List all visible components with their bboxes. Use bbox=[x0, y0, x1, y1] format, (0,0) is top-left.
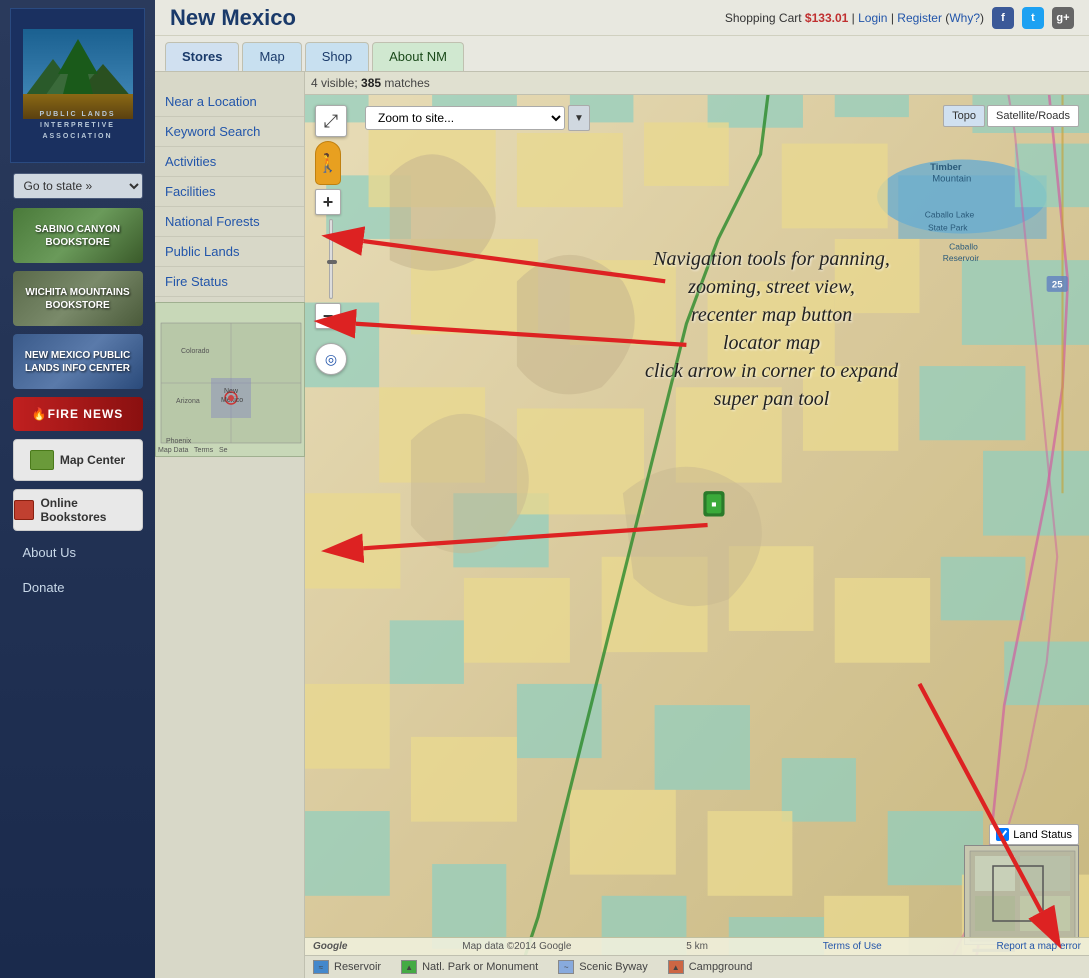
map-data-credit: Map data ©2014 Google bbox=[462, 941, 571, 952]
main-content: New Mexico Shopping Cart $133.01 | Login… bbox=[155, 0, 1089, 978]
topo-button[interactable]: Topo bbox=[943, 105, 985, 127]
googleplus-icon[interactable]: g+ bbox=[1052, 7, 1074, 29]
locator-map-svg bbox=[965, 846, 1079, 945]
why-link[interactable]: Why? bbox=[949, 11, 980, 25]
map-scale: 5 km bbox=[686, 941, 708, 952]
map-container: 4 visible; 385 matches bbox=[305, 72, 1089, 978]
state-select-wrapper[interactable]: Go to state » bbox=[13, 173, 143, 199]
content-area: Near a Location Keyword Search Activitie… bbox=[155, 72, 1089, 978]
facebook-icon[interactable]: f bbox=[992, 7, 1014, 29]
map-background-svg: 25 Timber Mountain Caballo Lake State Pa… bbox=[305, 95, 1089, 955]
svg-text:25: 25 bbox=[1052, 280, 1063, 291]
mini-map-attribution: Map Data Terms Se bbox=[158, 447, 228, 454]
fire-icon: 🔥 bbox=[32, 407, 48, 421]
locator-mini-map bbox=[964, 845, 1079, 945]
logo-text: PUBLIC LANDSINTERPRETIVEASSOCIATION bbox=[39, 109, 115, 143]
page-title: New Mexico bbox=[170, 5, 296, 31]
filter-near-location[interactable]: Near a Location bbox=[155, 87, 304, 117]
map-type-buttons: Topo Satellite/Roads bbox=[943, 105, 1079, 127]
report-error-link[interactable]: Report a map error bbox=[996, 941, 1080, 952]
svg-text:■: ■ bbox=[711, 499, 716, 509]
recenter-button[interactable]: ◎ bbox=[315, 343, 347, 375]
logo-area: PUBLIC LANDSINTERPRETIVEASSOCIATION bbox=[10, 8, 145, 163]
filter-keyword[interactable]: Keyword Search bbox=[155, 117, 304, 147]
sidebar-about-us[interactable]: About Us bbox=[13, 537, 143, 568]
svg-text:State Park: State Park bbox=[928, 222, 968, 232]
svg-text:Arizona: Arizona bbox=[176, 398, 200, 405]
online-bookstores-button[interactable]: Online Bookstores bbox=[13, 489, 143, 531]
tab-about[interactable]: About NM bbox=[372, 42, 464, 71]
map-footer: Google Map data ©2014 Google 5 km Terms … bbox=[305, 937, 1089, 955]
terms-of-use-link[interactable]: Terms of Use bbox=[823, 941, 882, 952]
filter-header bbox=[155, 77, 304, 87]
park-icon: ▲ bbox=[401, 960, 417, 974]
zoom-slider[interactable] bbox=[329, 219, 333, 299]
zoom-in-button[interactable]: + bbox=[315, 189, 341, 215]
land-status-checkbox-area[interactable]: Land Status bbox=[989, 824, 1079, 845]
mini-map-svg: Colorado Arizona New Mexico Phoenix bbox=[156, 303, 305, 457]
legend-byway: ~ Scenic Byway bbox=[558, 960, 647, 974]
svg-text:New: New bbox=[224, 388, 239, 395]
filter-panel: Near a Location Keyword Search Activitie… bbox=[155, 72, 305, 978]
login-link[interactable]: Login bbox=[858, 11, 887, 25]
map-view[interactable]: 25 Timber Mountain Caballo Lake State Pa… bbox=[305, 95, 1089, 955]
svg-text:Colorado: Colorado bbox=[181, 348, 210, 355]
reservoir-icon: ≈ bbox=[313, 960, 329, 974]
filter-activities[interactable]: Activities bbox=[155, 147, 304, 177]
filter-national-forests[interactable]: National Forests bbox=[155, 207, 304, 237]
cart-amount: $133.01 bbox=[805, 11, 848, 25]
expand-pan-button[interactable]: ⤢ bbox=[315, 105, 347, 137]
wichita-mountains-bookstore[interactable]: WICHITA MOUNTAINS BOOKSTORE bbox=[13, 271, 143, 326]
match-info: 4 visible; 385 matches bbox=[311, 76, 430, 90]
header-bar: New Mexico Shopping Cart $133.01 | Login… bbox=[155, 0, 1089, 36]
svg-text:Reservoir: Reservoir bbox=[943, 253, 979, 263]
legend-campground: ▲ Campground bbox=[668, 960, 753, 974]
land-status-checkbox[interactable] bbox=[996, 828, 1009, 841]
zoom-out-button[interactable]: − bbox=[315, 303, 341, 329]
logo-image bbox=[23, 29, 133, 119]
legend-bar: ≈ Reservoir ▲ Natl. Park or Monument ~ S… bbox=[305, 955, 1089, 978]
sabino-canyon-bookstore[interactable]: SABINO CANYON BOOKSTORE bbox=[13, 208, 143, 263]
map-center-icon bbox=[30, 450, 54, 470]
campground-icon: ▲ bbox=[668, 960, 684, 974]
cart-info: Shopping Cart $133.01 | Login | Register… bbox=[725, 11, 984, 25]
svg-text:Timber: Timber bbox=[930, 162, 962, 173]
byway-icon: ~ bbox=[558, 960, 574, 974]
tab-shop[interactable]: Shop bbox=[305, 42, 369, 71]
zoom-dropdown-area: Zoom to site... ▼ bbox=[365, 105, 590, 131]
legend-park: ▲ Natl. Park or Monument bbox=[401, 960, 538, 974]
zoom-to-site-select[interactable]: Zoom to site... bbox=[365, 106, 565, 130]
zoom-go-button[interactable]: ▼ bbox=[568, 105, 590, 131]
svg-text:Caballo: Caballo bbox=[949, 242, 978, 252]
tabs-bar: Stores Map Shop About NM bbox=[155, 36, 1089, 72]
filter-fire-status[interactable]: Fire Status bbox=[155, 267, 304, 297]
register-link[interactable]: Register bbox=[897, 11, 942, 25]
tab-stores[interactable]: Stores bbox=[165, 42, 239, 71]
map-top-bar: 4 visible; 385 matches bbox=[305, 72, 1089, 95]
google-label: Google bbox=[313, 941, 347, 952]
street-view-person[interactable]: 🚶 bbox=[315, 141, 341, 185]
svg-text:Caballo Lake: Caballo Lake bbox=[925, 210, 975, 220]
tab-map[interactable]: Map bbox=[242, 42, 301, 71]
nm-public-lands-bookstore[interactable]: NEW MEXICO PUBLIC LANDS INFO CENTER bbox=[13, 334, 143, 389]
fire-news-button[interactable]: 🔥 FIRE NEWS bbox=[13, 397, 143, 431]
filter-public-lands[interactable]: Public Lands bbox=[155, 237, 304, 267]
twitter-icon[interactable]: t bbox=[1022, 7, 1044, 29]
svg-text:Mountain: Mountain bbox=[932, 174, 971, 185]
sidebar-donate[interactable]: Donate bbox=[13, 572, 143, 603]
sidebar: PUBLIC LANDSINTERPRETIVEASSOCIATION Go t… bbox=[0, 0, 155, 978]
satellite-roads-button[interactable]: Satellite/Roads bbox=[987, 105, 1079, 127]
filter-facilities[interactable]: Facilities bbox=[155, 177, 304, 207]
legend-reservoir: ≈ Reservoir bbox=[313, 960, 381, 974]
svg-text:Phoenix: Phoenix bbox=[166, 438, 192, 445]
state-select[interactable]: Go to state » bbox=[13, 173, 143, 199]
mini-locator-panel: Colorado Arizona New Mexico Phoenix Map … bbox=[155, 302, 305, 457]
header-right: Shopping Cart $133.01 | Login | Register… bbox=[725, 7, 1074, 29]
book-icon bbox=[14, 500, 35, 520]
map-controls: ⤢ 🚶 + − ◎ bbox=[315, 105, 347, 375]
map-center-button[interactable]: Map Center bbox=[13, 439, 143, 481]
